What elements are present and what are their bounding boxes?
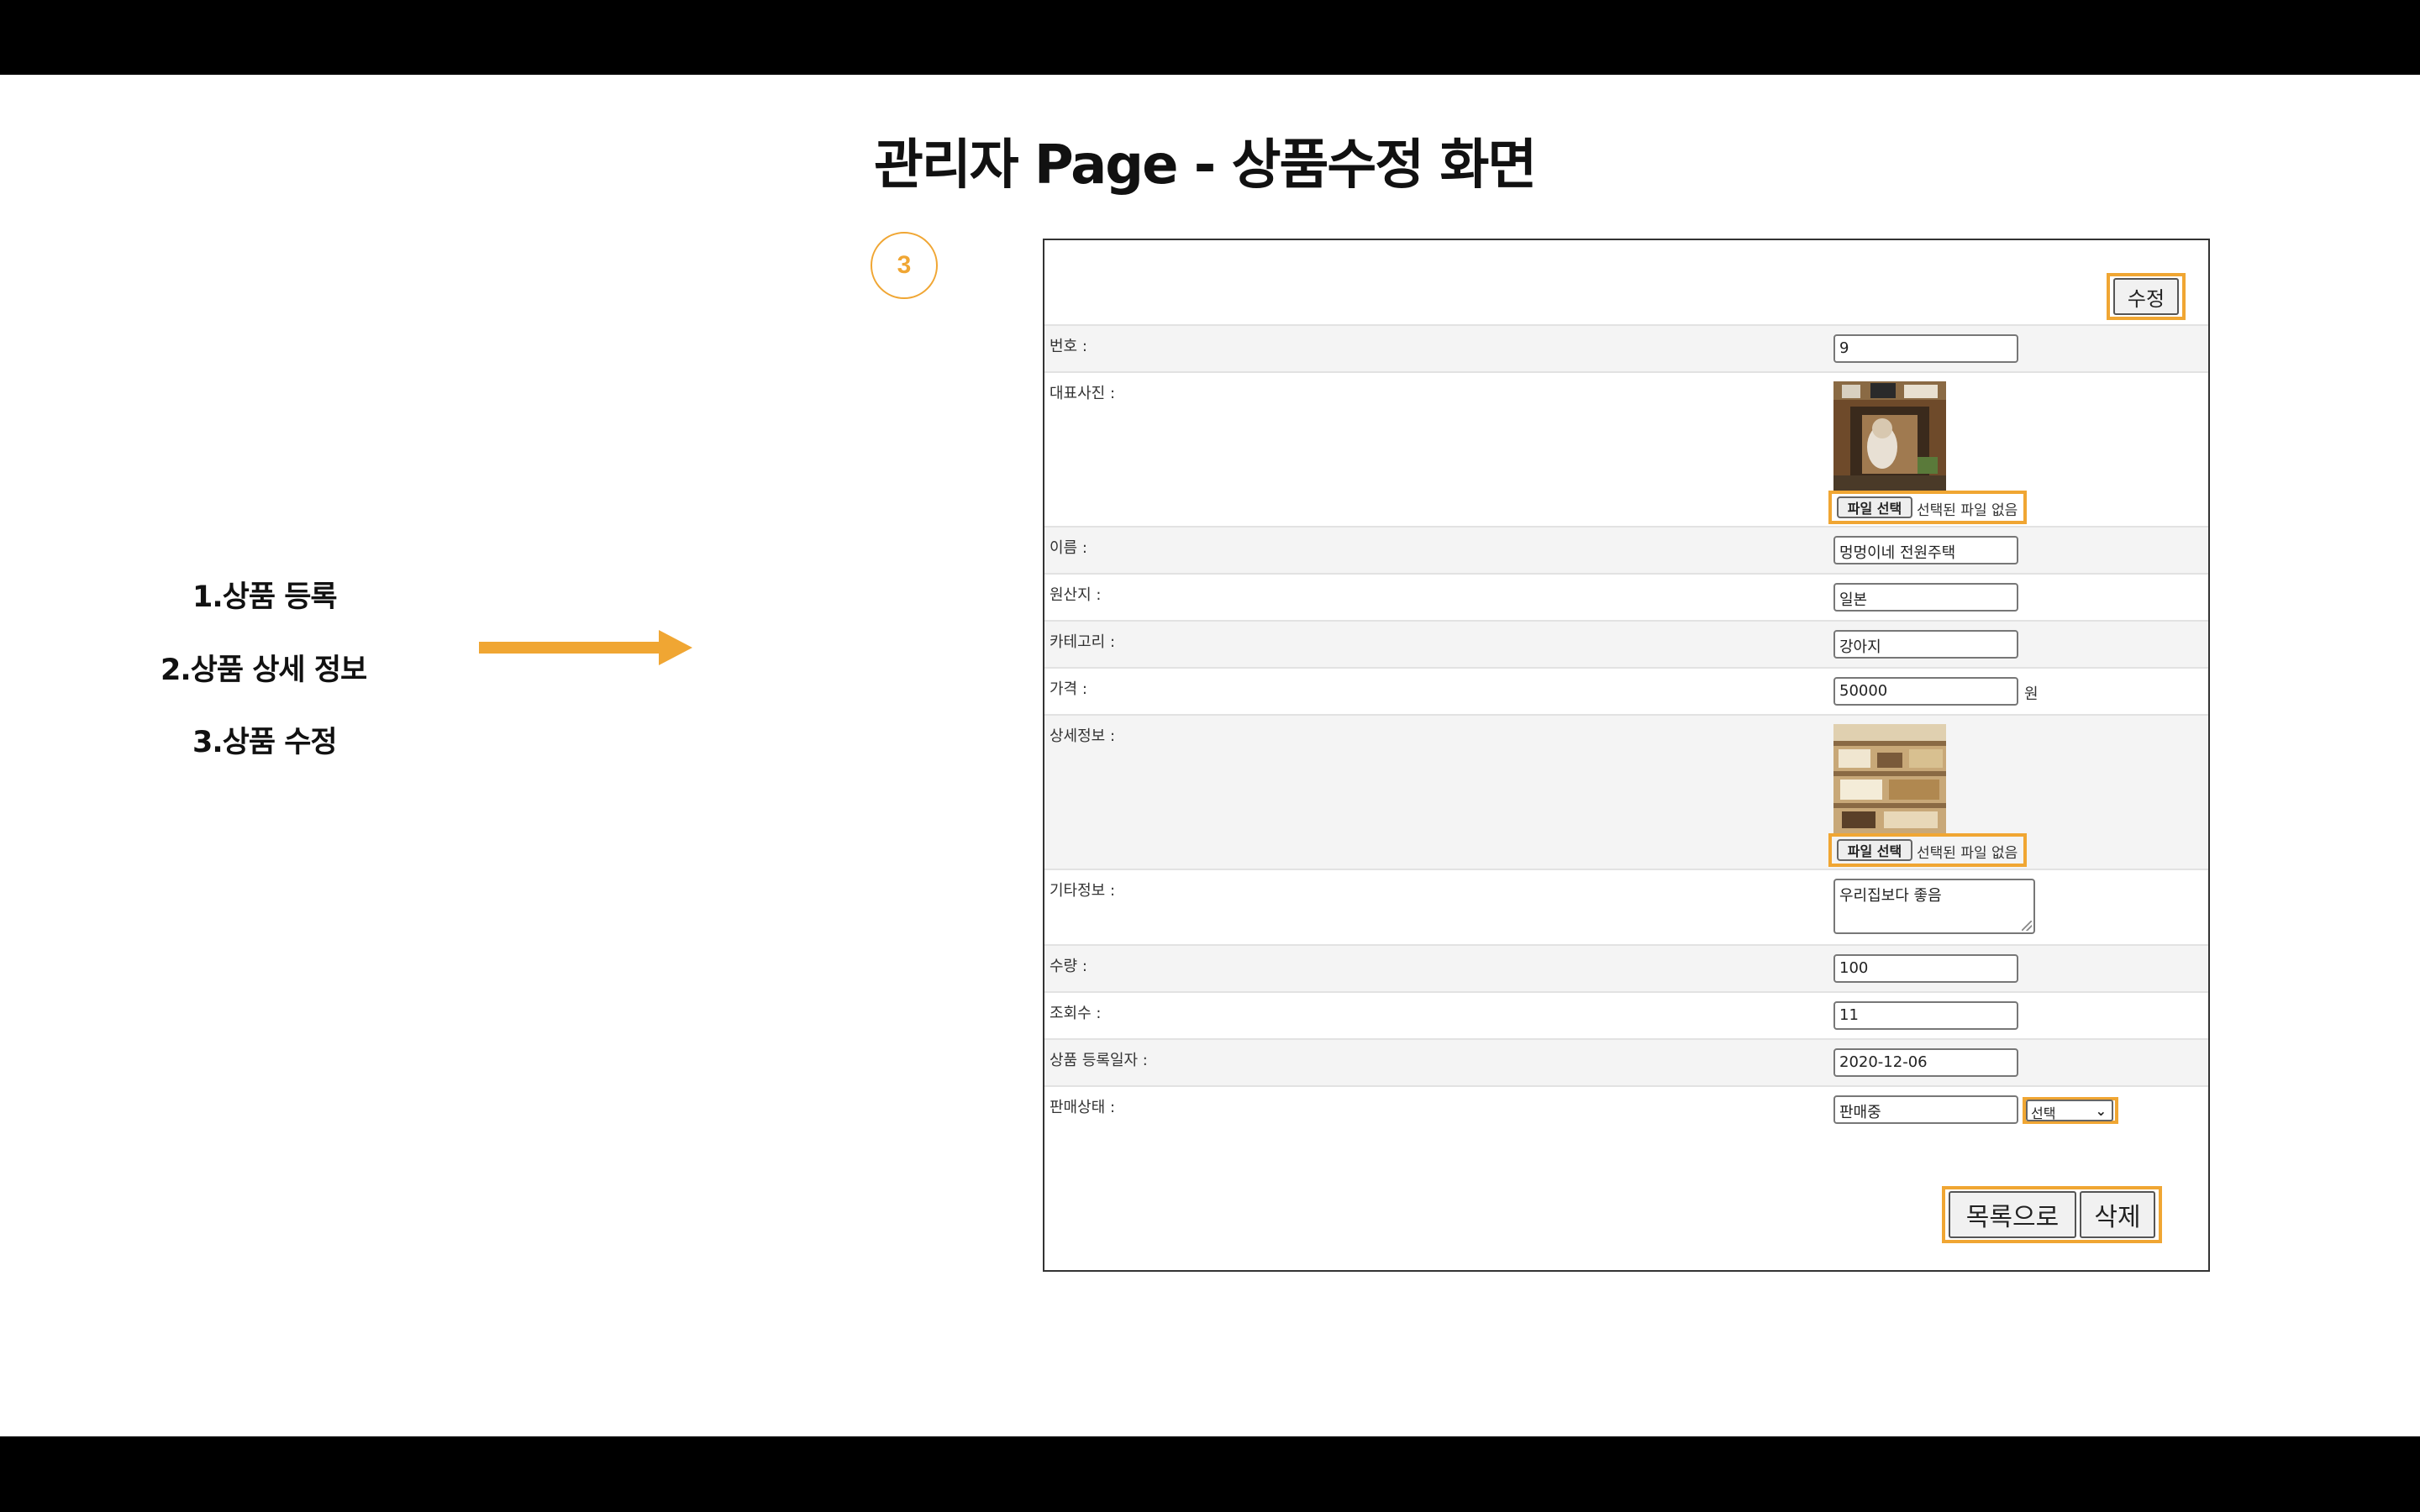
page-title: 관리자 Page - 상품수정 화면	[874, 134, 1537, 197]
detail-info-thumbnail	[1833, 724, 1946, 833]
sale-status-select-value: 선택	[2031, 1105, 2056, 1121]
label-price: 가격 :	[1050, 680, 1087, 698]
list-button[interactable]: 목록으로	[1949, 1191, 2076, 1238]
arrow-head-icon	[659, 630, 692, 665]
etc-info-textarea[interactable]: 우리집보다 좋음	[1833, 879, 2035, 934]
row-quantity: 수량 : 100	[1044, 944, 2208, 993]
label-quantity: 수량 :	[1050, 958, 1087, 975]
label-sale-status: 판매상태 :	[1050, 1099, 1116, 1116]
row-price: 가격 : 50000 원	[1044, 667, 2208, 716]
menu-item-edit: 3.상품 수정	[192, 726, 338, 759]
label-name: 이름 :	[1050, 539, 1087, 557]
row-category: 카테고리 : 강아지	[1044, 620, 2208, 669]
row-detail-info: 상세정보 : 파일 선택 선택된 파일 없음	[1044, 714, 2208, 870]
menu-item-register: 1.상품 등록	[192, 580, 338, 614]
main-photo-file-button[interactable]: 파일 선택	[1837, 496, 1912, 518]
label-views: 조회수 :	[1050, 1005, 1102, 1022]
bottom-black-bar	[0, 1436, 2420, 1512]
label-detail-info: 상세정보 :	[1050, 727, 1116, 745]
resize-handle-icon[interactable]	[2022, 921, 2032, 931]
row-reg-date: 상품 등록일자 : 2020-12-06	[1044, 1038, 2208, 1087]
price-input[interactable]: 50000	[1833, 677, 2018, 706]
arrow-right-icon	[479, 642, 662, 654]
row-name: 이름 : 멍멍이네 전원주택	[1044, 526, 2208, 575]
delete-button[interactable]: 삭제	[2080, 1191, 2155, 1238]
edit-button[interactable]: 수정	[2113, 278, 2179, 315]
row-views: 조회수 : 11	[1044, 991, 2208, 1040]
label-category: 카테고리 :	[1050, 633, 1116, 651]
edit-form-panel: 수정 번호 : 9 대표사진 : 파일 선택 선택된 파일 없음 이름: 멍멍…	[1043, 239, 2210, 1272]
step-number-badge: 3	[871, 232, 938, 299]
price-unit: 원	[2024, 685, 2039, 703]
detail-info-file-button[interactable]: 파일 선택	[1837, 839, 1912, 861]
row-sale-status: 판매상태 : 판매중 선택 ⌄ 목록으로 삭제	[1044, 1085, 2208, 1273]
label-number: 번호 :	[1050, 338, 1087, 355]
row-number: 번호 : 9	[1044, 324, 2208, 373]
row-main-photo: 대표사진 : 파일 선택 선택된 파일 없음	[1044, 371, 2208, 528]
main-photo-file-status: 선택된 파일 없음	[1917, 502, 2018, 519]
etc-info-text: 우리집보다 좋음	[1839, 887, 1942, 905]
sale-status-input[interactable]: 판매중	[1833, 1095, 2018, 1124]
chevron-down-icon: ⌄	[2095, 1103, 2107, 1119]
label-reg-date: 상품 등록일자 :	[1050, 1052, 1148, 1069]
label-main-photo: 대표사진 :	[1050, 385, 1116, 402]
name-input[interactable]: 멍멍이네 전원주택	[1833, 536, 2018, 564]
views-input[interactable]: 11	[1833, 1001, 2018, 1030]
row-etc-info: 기타정보 : 우리집보다 좋음	[1044, 869, 2208, 946]
detail-info-file-status: 선택된 파일 없음	[1917, 845, 2018, 862]
number-input[interactable]: 9	[1833, 334, 2018, 363]
category-input[interactable]: 강아지	[1833, 630, 2018, 659]
label-etc-info: 기타정보 :	[1050, 882, 1116, 900]
label-origin: 원산지 :	[1050, 586, 1102, 604]
sale-status-select[interactable]: 선택 ⌄	[2026, 1100, 2113, 1121]
row-origin: 원산지 : 일본	[1044, 573, 2208, 622]
origin-input[interactable]: 일본	[1833, 583, 2018, 612]
quantity-input[interactable]: 100	[1833, 954, 2018, 983]
top-black-bar	[0, 0, 2420, 75]
main-photo-thumbnail	[1833, 381, 1946, 491]
menu-item-detail: 2.상품 상세 정보	[160, 654, 367, 687]
reg-date-input[interactable]: 2020-12-06	[1833, 1048, 2018, 1077]
